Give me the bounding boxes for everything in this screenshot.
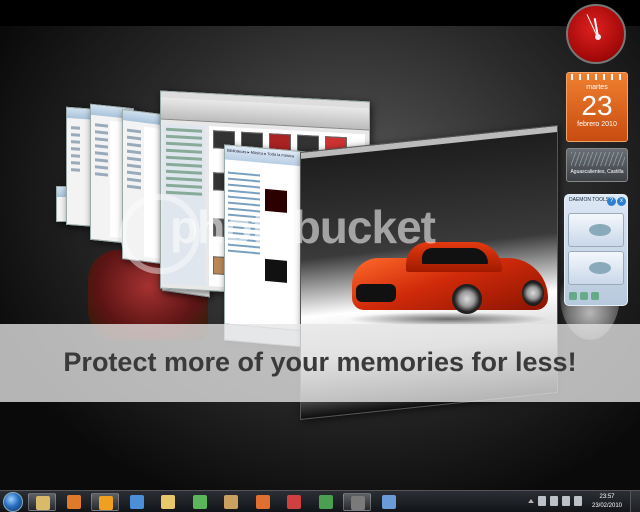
show-hidden-icons-icon[interactable] bbox=[528, 499, 534, 503]
disc-icon bbox=[589, 224, 611, 236]
show-desktop-button[interactable] bbox=[630, 491, 640, 512]
taskbar-button-app-5[interactable] bbox=[343, 493, 371, 511]
watermark-logo-text: photobucket bbox=[170, 201, 436, 253]
mount-icon[interactable] bbox=[580, 292, 588, 300]
taskbar-button-media-player[interactable] bbox=[91, 493, 119, 511]
watermark-banner-text: Protect more of your memories for less! bbox=[63, 347, 577, 377]
app-6-icon bbox=[381, 495, 396, 509]
app-1-icon bbox=[224, 495, 238, 509]
chrome-icon bbox=[192, 495, 207, 509]
start-button[interactable] bbox=[3, 492, 23, 512]
disc-icon bbox=[589, 262, 611, 274]
taskbar-button-folder[interactable] bbox=[154, 493, 182, 511]
firefox-icon bbox=[66, 495, 81, 509]
power-icon[interactable] bbox=[574, 496, 582, 506]
virtual-drive-panel[interactable] bbox=[568, 251, 624, 285]
calendar-month-year: febrero 2010 bbox=[577, 121, 617, 128]
desktop: Bibliotecas ▸ Música ▸ Toda la música ma… bbox=[0, 0, 640, 490]
clock-gadget[interactable] bbox=[566, 4, 626, 64]
weather-location: Aguascalientes, Castilla bbox=[570, 169, 624, 175]
weather-gadget[interactable]: Aguascalientes, Castilla bbox=[566, 148, 628, 182]
top-dark-band bbox=[0, 0, 640, 26]
ie-icon bbox=[129, 495, 144, 509]
taskbar-button-app-3[interactable] bbox=[280, 493, 308, 511]
explorer-icon bbox=[36, 496, 50, 510]
media-player-icon bbox=[99, 496, 113, 510]
daemon-tools-title: DAEMON TOOLS bbox=[569, 197, 610, 203]
taskbar-time: 23:57 bbox=[599, 494, 615, 500]
app-5-icon bbox=[351, 496, 365, 510]
daemon-tools-gadget[interactable]: DAEMON TOOLS ? x bbox=[564, 194, 628, 306]
close-button[interactable]: x bbox=[617, 197, 626, 206]
app-2-icon bbox=[255, 495, 270, 509]
rain-icon bbox=[571, 152, 625, 166]
taskbar-button-chrome[interactable] bbox=[186, 493, 214, 511]
add-drive-icon[interactable] bbox=[569, 292, 577, 300]
taskbar-date: 23/02/2010 bbox=[591, 503, 623, 509]
taskbar-button-explorer[interactable] bbox=[28, 493, 56, 511]
virtual-drive-panel[interactable] bbox=[568, 213, 624, 247]
system-tray bbox=[528, 496, 582, 506]
app-3-icon bbox=[287, 495, 301, 509]
taskbar-button-app-4[interactable] bbox=[312, 493, 340, 511]
help-button[interactable]: ? bbox=[607, 197, 616, 206]
network-icon[interactable] bbox=[550, 496, 558, 506]
taskbar-button-ie[interactable] bbox=[123, 493, 151, 511]
flag-icon[interactable] bbox=[538, 496, 546, 506]
calendar-day-number: 23 bbox=[581, 90, 613, 121]
volume-icon[interactable] bbox=[562, 496, 570, 506]
taskbar-button-firefox[interactable] bbox=[60, 493, 88, 511]
taskbar-button-app-2[interactable] bbox=[249, 493, 277, 511]
folder-icon bbox=[161, 495, 175, 509]
app-4-icon bbox=[318, 495, 333, 509]
music-folder-thumbnail[interactable] bbox=[265, 258, 287, 283]
taskbar-button-app-6[interactable] bbox=[375, 493, 403, 511]
taskbar: 23:57 23/02/2010 bbox=[0, 490, 640, 512]
calendar-gadget[interactable]: martes 23 febrero 2010 bbox=[566, 72, 628, 142]
settings-icon[interactable] bbox=[591, 292, 599, 300]
taskbar-button-app-1[interactable] bbox=[217, 493, 245, 511]
taskbar-clock[interactable]: 23:57 23/02/2010 bbox=[588, 493, 626, 511]
